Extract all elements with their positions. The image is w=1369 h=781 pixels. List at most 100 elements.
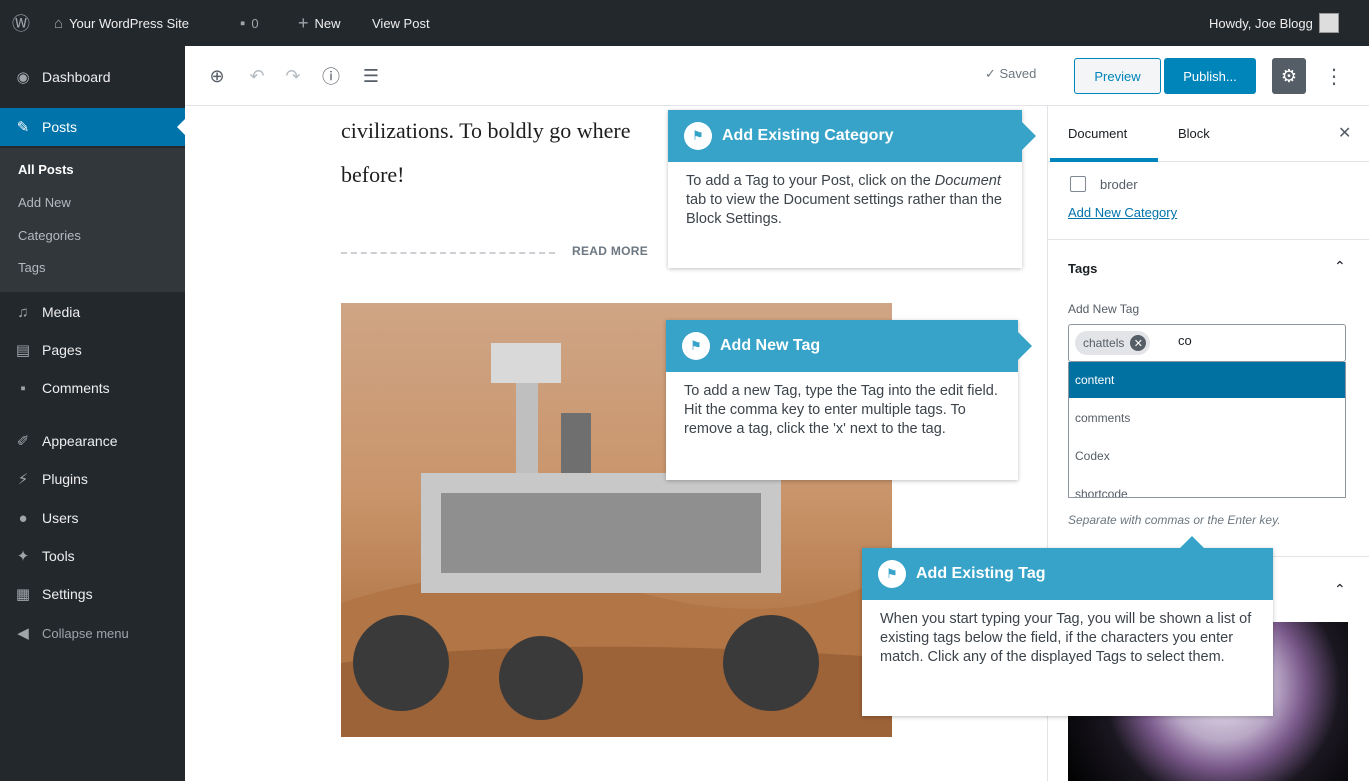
- menu-item-users[interactable]: ● Users: [0, 499, 185, 537]
- callout-pointer: [1018, 332, 1032, 360]
- menu-label: Appearance: [42, 433, 118, 449]
- chevron-up-icon[interactable]: ⌃: [1334, 258, 1346, 275]
- category-label: broder: [1100, 177, 1138, 192]
- tags-heading[interactable]: Tags: [1068, 261, 1097, 276]
- redo-icon[interactable]: ↷: [281, 64, 305, 88]
- menu-item-plugins[interactable]: ⚡ Plugins: [0, 460, 185, 498]
- info-icon[interactable]: ⓘ: [319, 64, 343, 88]
- post-paragraph-line[interactable]: before!: [341, 162, 405, 188]
- comments-link[interactable]: ▪ 0: [240, 0, 259, 46]
- wrench-icon: ✦: [16, 548, 30, 565]
- menu-item-tools[interactable]: ✦ Tools: [0, 537, 185, 575]
- comments-icon: ▪: [20, 379, 26, 397]
- tag-suggestions: content comments Codex shortcode: [1068, 362, 1346, 498]
- preview-button[interactable]: Preview: [1074, 58, 1161, 94]
- callout-emphasis: Document: [934, 173, 1001, 189]
- menu-item-dashboard[interactable]: ◉ Dashboard: [0, 58, 185, 96]
- tag-chip-label: chattels: [1083, 336, 1125, 350]
- undo-icon[interactable]: ↶: [245, 64, 269, 88]
- more-options-icon[interactable]: ⋮: [1324, 64, 1344, 88]
- callout-existing-tag: ⚑ Add Existing Tag When you start typing…: [862, 536, 1273, 716]
- howdy-text: Howdy, Joe Blogg: [1209, 15, 1313, 31]
- submenu-add-new[interactable]: Add New: [18, 195, 71, 210]
- collapse-menu-button[interactable]: ◀ Collapse menu: [0, 614, 185, 652]
- callout-header: ⚑ Add Existing Category: [668, 110, 1022, 162]
- settings-icon: ▦: [15, 586, 31, 603]
- callout-pointer: [1022, 122, 1036, 150]
- comment-bubble-icon: ▪: [240, 14, 246, 32]
- post-paragraph-line[interactable]: civilizations. To boldly go where: [341, 118, 631, 144]
- menu-label: Media: [42, 304, 81, 320]
- callout-header: ⚑ Add Existing Tag: [862, 548, 1273, 600]
- pages-icon: ▤: [15, 342, 31, 359]
- view-post-link[interactable]: View Post: [372, 0, 430, 46]
- tags-help-text: Separate with commas or the Enter key.: [1068, 513, 1281, 527]
- close-icon[interactable]: ✕: [1338, 123, 1351, 143]
- chevron-up-icon[interactable]: ⌃: [1334, 581, 1346, 598]
- menu-item-media[interactable]: ♫ Media: [0, 293, 185, 331]
- menu-item-appearance[interactable]: ✐ Appearance: [0, 422, 185, 460]
- new-content-link[interactable]: + New: [298, 0, 341, 46]
- tab-block[interactable]: Block: [1178, 126, 1210, 141]
- menu-label: Settings: [42, 586, 93, 602]
- admin-menu: ◉ Dashboard ✎ Posts All Posts Add New Ca…: [0, 46, 185, 781]
- tag-input-field[interactable]: chattels ✕: [1068, 324, 1346, 362]
- wordpress-logo-icon[interactable]: Ⓦ: [12, 0, 30, 46]
- flag-icon: ⚑: [878, 560, 906, 588]
- home-icon: ⌂: [54, 14, 64, 32]
- menu-item-pages[interactable]: ▤ Pages: [0, 331, 185, 369]
- callout-pointer: [1180, 536, 1204, 548]
- add-new-category-link[interactable]: Add New Category: [1068, 205, 1177, 220]
- callout-body: To add a Tag to your Post, click on the …: [686, 172, 1006, 229]
- callout-body: To add a new Tag, type the Tag into the …: [684, 383, 998, 437]
- menu-item-settings[interactable]: ▦ Settings: [0, 575, 185, 613]
- callout-text: To add a Tag to your Post, click on the: [686, 173, 935, 189]
- suggestion-item[interactable]: shortcode: [1069, 476, 1345, 497]
- menu-item-comments[interactable]: ▪ Comments: [0, 369, 185, 407]
- settings-gear-icon[interactable]: ⚙: [1272, 58, 1306, 94]
- publish-button[interactable]: Publish...: [1164, 58, 1256, 94]
- dashboard-icon: ◉: [16, 69, 30, 86]
- flag-icon: ⚑: [682, 332, 710, 360]
- comments-count: 0: [251, 15, 259, 31]
- saved-status: ✓ Saved: [985, 66, 1037, 81]
- suggestion-item[interactable]: content: [1069, 362, 1345, 398]
- add-new-tag-label: Add New Tag: [1068, 302, 1140, 316]
- menu-label: Plugins: [42, 471, 88, 487]
- tab-document[interactable]: Document: [1068, 126, 1127, 141]
- submenu-all-posts[interactable]: All Posts: [18, 162, 74, 177]
- users-icon: ●: [18, 509, 28, 527]
- menu-label: Comments: [42, 380, 110, 396]
- account-menu[interactable]: Howdy, Joe Blogg: [1209, 0, 1339, 46]
- admin-bar: Ⓦ ⌂ Your WordPress Site ▪ 0 + New View P…: [0, 0, 1369, 46]
- callout-text: tab to view the Document settings rather…: [686, 192, 1002, 227]
- add-block-icon[interactable]: ⊕: [205, 64, 229, 88]
- tag-input[interactable]: [1178, 333, 1328, 348]
- editor-toolbar: ⊕ ↶ ↷ ⓘ ☰ ✓ Saved Preview Publish... ⚙ ⋮: [185, 46, 1369, 106]
- callout-title: Add Existing Category: [722, 127, 894, 144]
- remove-tag-icon[interactable]: ✕: [1130, 335, 1147, 351]
- paintbrush-icon: ✐: [16, 433, 30, 450]
- sidebar-tabs: Document Block ✕: [1048, 106, 1369, 162]
- menu-item-posts[interactable]: ✎ Posts: [0, 108, 185, 146]
- submenu-tags[interactable]: Tags: [18, 260, 45, 275]
- plugin-icon: ⚡: [17, 471, 29, 488]
- submenu-categories[interactable]: Categories: [18, 228, 81, 243]
- callout-body: When you start typing your Tag, you will…: [880, 611, 1252, 665]
- plus-icon: +: [298, 12, 309, 33]
- view-post-label: View Post: [372, 15, 430, 31]
- menu-label: Collapse menu: [42, 625, 129, 641]
- callout-new-tag: ⚑ Add New Tag To add a new Tag, type the…: [666, 320, 1032, 480]
- divider: [1048, 239, 1369, 240]
- media-icon: ♫: [17, 303, 29, 321]
- read-more-label[interactable]: READ MORE: [572, 244, 648, 258]
- suggestion-item[interactable]: Codex: [1069, 438, 1345, 474]
- menu-label: Users: [42, 510, 79, 526]
- suggestion-item[interactable]: comments: [1069, 400, 1345, 436]
- posts-submenu: All Posts Add New Categories Tags: [0, 148, 185, 292]
- category-checkbox[interactable]: [1070, 176, 1086, 192]
- tag-chip: chattels ✕: [1075, 331, 1151, 355]
- avatar: [1318, 13, 1339, 33]
- site-name-link[interactable]: ⌂ Your WordPress Site: [54, 0, 189, 46]
- outline-icon[interactable]: ☰: [359, 64, 383, 88]
